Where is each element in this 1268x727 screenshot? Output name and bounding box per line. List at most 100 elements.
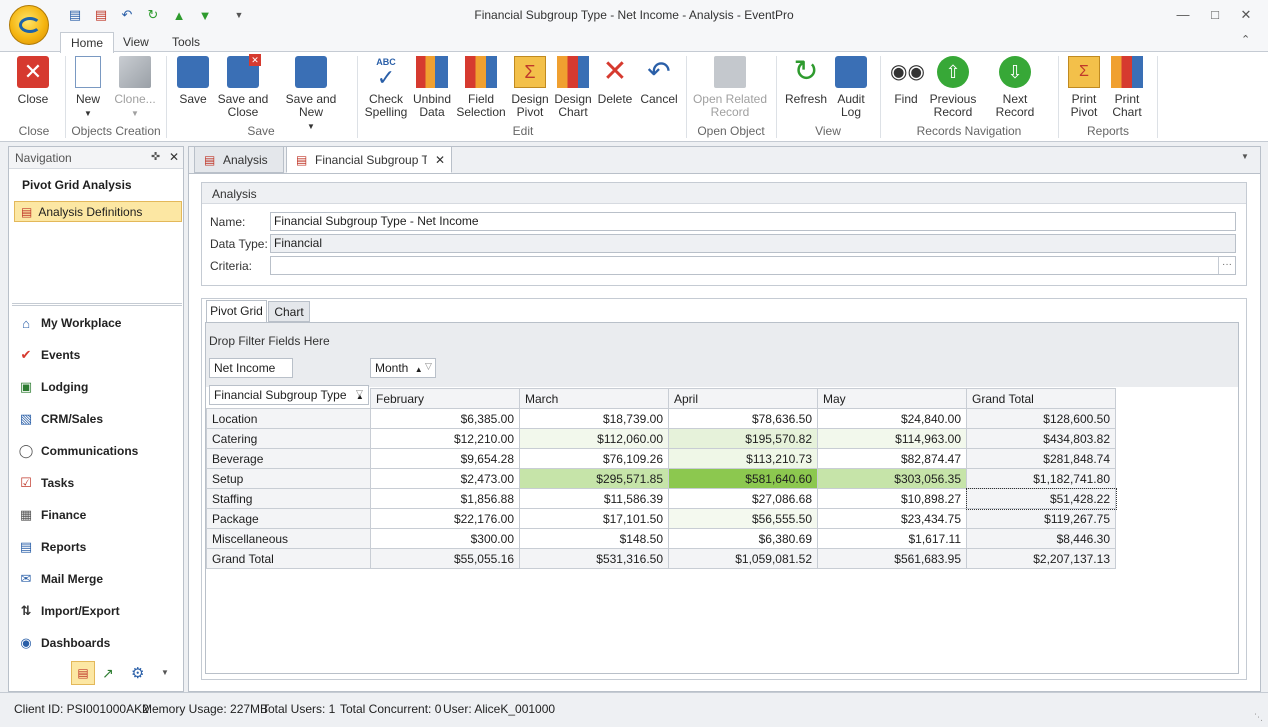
table-cell[interactable]: $112,060.00 [519,428,669,449]
table-cell[interactable]: $12,210.00 [370,428,520,449]
row-header[interactable]: Staffing [206,488,371,509]
previous-record-button[interactable]: ⇧ Previous Record [928,56,978,119]
table-cell[interactable]: $581,640.60 [668,468,818,489]
module-communications[interactable]: ◯ Communications [17,438,177,464]
find-button[interactable]: ◉◉ Find [888,56,925,106]
refresh-button[interactable]: ↻ Refresh [783,56,829,106]
table-cell[interactable]: $17,101.50 [519,508,669,529]
row-header[interactable]: Location [206,408,371,429]
minimize-button[interactable]: — [1173,6,1193,24]
table-cell[interactable]: $24,840.00 [817,408,967,429]
table-cell[interactable]: $23,434.75 [817,508,967,529]
design-chart-button[interactable]: Design Chart [553,56,593,119]
check-spelling-button[interactable]: ABC ✓ Check Spelling [364,56,408,119]
field-selection-button[interactable]: Field Selection [456,56,506,119]
table-cell[interactable]: $119,267.75 [966,508,1116,529]
table-cell[interactable]: $6,380.69 [668,528,818,549]
table-cell[interactable]: $76,109.26 [519,448,669,469]
table-cell[interactable]: $10,898.27 [817,488,967,509]
column-field-chip[interactable]: Month ▲ ▽ [370,358,436,378]
module-my-workplace[interactable]: ⌂ My Workplace [17,310,177,336]
module-mail-merge[interactable]: ✉ Mail Merge [17,566,177,592]
close-pane-icon[interactable]: ✕ [169,150,179,164]
table-cell[interactable]: $561,683.95 [817,548,967,569]
new-button[interactable]: New ▼ [70,56,106,120]
column-header[interactable]: Grand Total [966,388,1116,409]
criteria-ellipsis-button[interactable]: ··· [1218,257,1235,274]
print-pivot-button[interactable]: Σ Print Pivot [1064,56,1104,119]
filter-funnel-icon[interactable]: ▽ [425,357,432,375]
close-tab-icon[interactable]: ✕ [435,147,445,172]
splitter[interactable] [12,303,182,306]
tab-home[interactable]: Home [60,32,115,53]
tab-list-dropdown-icon[interactable]: ▼ [1241,152,1249,161]
maximize-button[interactable]: □ [1205,6,1225,24]
filter-drop-area[interactable]: Drop Filter Fields Here [209,334,330,348]
module-lodging[interactable]: ▣ Lodging [17,374,177,400]
module-tasks[interactable]: ☑ Tasks [17,470,177,496]
column-header[interactable]: March [519,388,669,409]
save-and-close-button[interactable]: ✕ Save and Close [216,54,270,119]
design-pivot-button[interactable]: Σ Design Pivot [510,56,550,119]
chart-shortcut-icon[interactable]: ↗ [102,665,114,682]
table-cell[interactable]: $51,428.22 [965,487,1117,510]
table-cell[interactable]: $8,446.30 [966,528,1116,549]
print-chart-button[interactable]: Print Chart [1107,56,1147,119]
row-header[interactable]: Catering [206,428,371,449]
data-field-chip[interactable]: Net Income [209,358,293,378]
inner-tab-pivot-grid[interactable]: Pivot Grid [206,300,267,322]
save-and-new-button[interactable]: Save and New ▼ [274,56,348,133]
table-cell[interactable]: $22,176.00 [370,508,520,529]
table-cell[interactable]: $128,600.50 [966,408,1116,429]
table-cell[interactable]: $2,473.00 [370,468,520,489]
tab-tools[interactable]: Tools [162,32,210,53]
unbind-data-button[interactable]: Unbind Data [412,56,452,119]
table-cell[interactable]: $113,210.73 [668,448,818,469]
table-cell[interactable]: $295,571.85 [519,468,669,489]
inner-tab-chart[interactable]: Chart [268,301,310,322]
table-cell[interactable]: $300.00 [370,528,520,549]
table-cell[interactable]: $434,803.82 [966,428,1116,449]
open-related-record-button[interactable]: Open Related Record [692,56,768,119]
table-cell[interactable]: $148.50 [519,528,669,549]
next-record-button[interactable]: ⇩ Next Record [982,56,1048,119]
app-menu-orb[interactable] [9,5,49,45]
module-reports[interactable]: ▤ Reports [17,534,177,560]
module-crm-sales[interactable]: ▧ CRM/Sales [17,406,177,432]
doc-tab-financial-subgroup-type[interactable]: ▤ Financial Subgroup Type ✕ [286,146,452,173]
pin-icon[interactable]: ✜ [151,150,160,163]
row-header[interactable]: Miscellaneous [206,528,371,549]
module-finance[interactable]: ▦ Finance [17,502,177,528]
table-cell[interactable]: $1,617.11 [817,528,967,549]
pivot-analysis-shortcut-icon[interactable]: ▤ [71,661,95,685]
doc-tab-analysis[interactable]: ▤ Analysis [194,146,284,173]
close-window-button[interactable]: ✕ [1236,6,1256,24]
table-cell[interactable]: $2,207,137.13 [966,548,1116,569]
nav-item-analysis-definitions[interactable]: ▤ Analysis Definitions [14,201,182,222]
table-cell[interactable]: $11,586.39 [519,488,669,509]
table-cell[interactable]: $6,385.00 [370,408,520,429]
table-cell[interactable]: $195,570.82 [668,428,818,449]
chevron-down-icon[interactable]: ▼ [161,668,169,677]
table-cell[interactable]: $82,874.47 [817,448,967,469]
close-button[interactable]: ✕ Close [12,56,54,106]
save-button[interactable]: Save [174,56,212,106]
row-header[interactable]: Beverage [206,448,371,469]
cancel-button[interactable]: ↶ Cancel [638,56,680,106]
table-cell[interactable]: $55,055.16 [370,548,520,569]
module-events[interactable]: ✔ Events [17,342,177,368]
table-cell[interactable]: $27,086.68 [668,488,818,509]
audit-log-button[interactable]: Audit Log [832,56,870,119]
criteria-field[interactable] [270,256,1236,275]
tab-view[interactable]: View [113,32,159,53]
column-header[interactable]: February [370,388,520,409]
collapse-ribbon-icon[interactable]: ⌃ [1241,33,1250,46]
table-cell[interactable]: $531,316.50 [519,548,669,569]
module-import-export[interactable]: ⇅ Import/Export [17,598,177,624]
resize-grip-icon[interactable]: ⋱ [1254,712,1263,723]
table-cell[interactable]: $114,963.00 [817,428,967,449]
gear-icon[interactable]: ⚙ [131,664,144,682]
table-cell[interactable]: $303,056.35 [817,468,967,489]
table-cell[interactable]: $78,636.50 [668,408,818,429]
table-cell[interactable]: $18,739.00 [519,408,669,429]
